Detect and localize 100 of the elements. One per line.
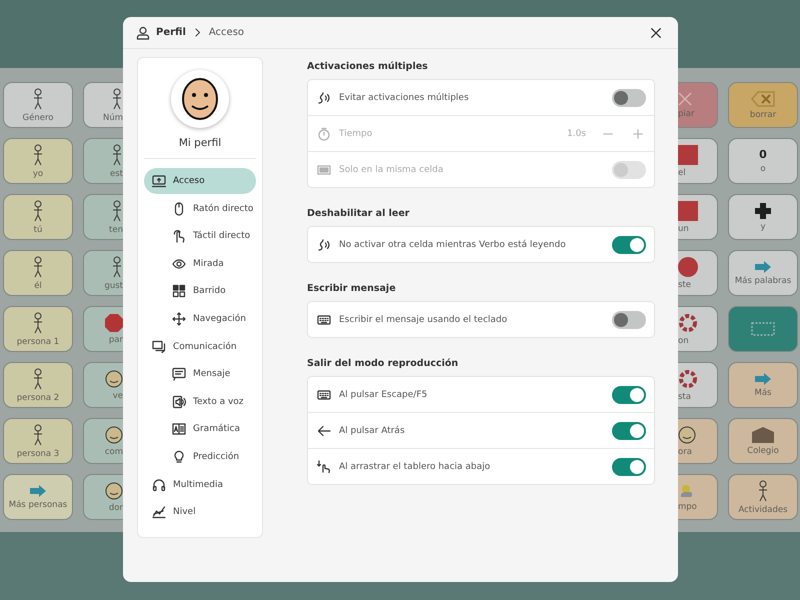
building-icon: [751, 426, 775, 442]
tile-label: Actividades: [738, 504, 788, 514]
board-tile[interactable]: com: [83, 418, 123, 464]
board-tile[interactable]: Género: [3, 82, 73, 128]
stick-figure-icon: [32, 312, 44, 334]
board-tile[interactable]: yo: [3, 138, 73, 184]
toggle-switch[interactable]: [612, 88, 646, 106]
board-tile[interactable]: sta: [678, 362, 718, 408]
board-tile[interactable]: [728, 306, 798, 352]
toggle-switch[interactable]: [612, 386, 646, 404]
board-tile[interactable]: par: [83, 306, 123, 352]
board-tile[interactable]: persona 3: [3, 418, 73, 464]
board-tile[interactable]: dor: [83, 474, 123, 520]
board-tile[interactable]: ora: [678, 418, 718, 464]
board-tile[interactable]: el: [678, 138, 718, 184]
smiley-face-icon: [181, 77, 219, 121]
hand-sound-icon: [317, 238, 331, 252]
message-icon: [172, 367, 186, 382]
setting-label: Evitar activaciones múltiples: [339, 92, 469, 102]
nav-item[interactable]: Táctil directo: [144, 223, 256, 250]
board-tile[interactable]: est: [83, 138, 123, 184]
board-tile[interactable]: ve: [83, 362, 123, 408]
nav-item[interactable]: Mirada: [144, 250, 256, 277]
stick-figure-icon: [757, 480, 769, 502]
setting-label: No activar otra celda mientras Verbo está leyendo: [339, 240, 566, 250]
tile-label: yo: [32, 168, 44, 178]
board-tile[interactable]: Más: [728, 362, 798, 408]
tile-label: Núm: [102, 112, 123, 122]
nav-item[interactable]: Predicción: [144, 444, 256, 470]
board-tile[interactable]: persona 1: [3, 306, 73, 352]
stopwatch-icon: [317, 126, 331, 140]
toggle-switch[interactable]: [612, 310, 646, 328]
breadcrumb-link[interactable]: Perfil: [156, 27, 186, 38]
arrow-icon: [29, 484, 47, 496]
board-tile[interactable]: persona 2: [3, 362, 73, 408]
board-tile[interactable]: él: [3, 250, 73, 296]
board-tile[interactable]: Núm: [83, 82, 123, 128]
nav-item[interactable]: Nivel: [144, 499, 256, 526]
time-value: 1.0s: [566, 128, 586, 138]
board-tile[interactable]: Más personas: [3, 474, 73, 520]
board-tile[interactable]: Colegio: [728, 418, 798, 464]
setting-label: Al pulsar Atrás: [339, 426, 405, 436]
toggle-switch[interactable]: [612, 458, 646, 476]
nav-item[interactable]: Acceso: [144, 168, 256, 194]
lightbulb-icon: [172, 450, 186, 464]
nav-item[interactable]: Multimedia: [144, 472, 256, 498]
plus-icon: [755, 202, 771, 218]
board-tile[interactable]: mpo: [678, 474, 718, 520]
board-tile[interactable]: gust: [83, 250, 123, 296]
person-icon: [136, 26, 150, 40]
stick-figure-icon: [111, 144, 123, 166]
face-icon: [105, 370, 123, 388]
square-icon: [678, 144, 698, 164]
setting-label: Al arrastrar el tablero hacia abajo: [339, 462, 490, 472]
touch-icon: [172, 229, 186, 244]
face-icon: [105, 426, 123, 444]
flower-icon: [678, 312, 698, 332]
eye-icon: [172, 256, 186, 271]
tile-label: piar: [678, 108, 694, 118]
tile-label: persona 2: [16, 392, 60, 402]
nav-item[interactable]: Gramática: [144, 416, 256, 442]
close-icon: [678, 92, 692, 106]
tile-label: o: [760, 164, 766, 174]
tile-label: mpo: [678, 502, 697, 512]
section-heading: Escribir mensaje: [307, 283, 397, 294]
nav-item[interactable]: Comunicación: [144, 334, 256, 360]
tile-label: com: [104, 446, 123, 456]
stick-figure-icon: [32, 424, 44, 446]
tile-label: ora: [678, 446, 692, 456]
board-tile[interactable]: y: [728, 194, 798, 240]
nav-item[interactable]: Texto a voz: [144, 388, 256, 415]
square-icon: [678, 200, 698, 220]
nav-item[interactable]: Barrido: [144, 278, 256, 304]
nav-item[interactable]: Ratón directo: [144, 196, 256, 222]
board-tile[interactable]: Más palabras: [728, 250, 798, 296]
arrow-icon: [754, 372, 772, 384]
board-tile[interactable]: on: [678, 306, 718, 352]
toggle-switch[interactable]: [612, 422, 646, 440]
stick-figure-icon: [111, 88, 123, 110]
nav-item[interactable]: Mensaje: [144, 361, 256, 388]
monitor-icon: [152, 174, 166, 188]
toggle-switch[interactable]: [612, 236, 646, 254]
book-icon: [172, 422, 186, 436]
board-tile[interactable]: un: [678, 194, 718, 240]
tile-label: borrar: [750, 110, 776, 120]
tile-label: dor: [108, 502, 123, 512]
erase-icon: [751, 90, 775, 106]
avatar[interactable]: [171, 70, 229, 128]
board-tile[interactable]: ten: [83, 194, 123, 240]
section-heading: Activaciones múltiples: [307, 61, 429, 72]
nav-item[interactable]: Navegación: [144, 306, 256, 332]
tile-label: Más personas: [8, 500, 68, 510]
screen-icon: [317, 162, 331, 176]
stick-figure-icon: [32, 368, 44, 390]
board-tile[interactable]: 0 o: [728, 138, 798, 184]
board-tile[interactable]: tú: [3, 194, 73, 240]
board-tile[interactable]: ste: [678, 250, 718, 296]
board-tile[interactable]: borrar: [728, 82, 798, 128]
tile-label: Más palabras: [734, 276, 792, 286]
board-tile[interactable]: Actividades: [728, 474, 798, 520]
